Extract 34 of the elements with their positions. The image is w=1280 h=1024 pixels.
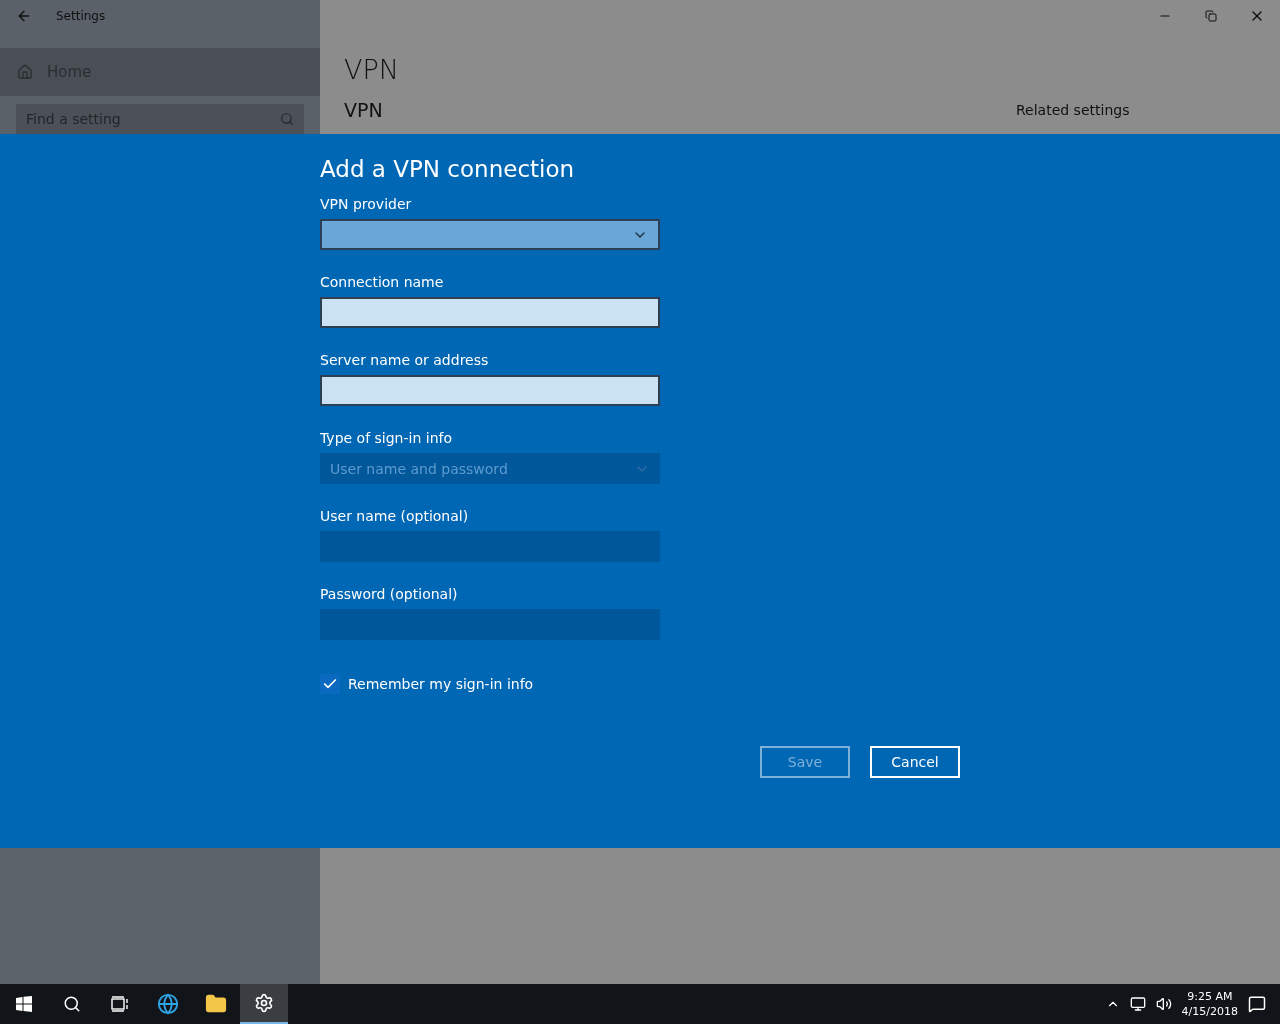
dialog-button[interactable]: Cancel (870, 746, 960, 778)
text-field[interactable] (320, 375, 660, 406)
windows-logo-icon (16, 996, 32, 1012)
section-heading: VPN (344, 99, 384, 121)
clock[interactable]: 9:25 AM 4/15/2018 (1181, 989, 1238, 1019)
checkbox[interactable] (320, 674, 340, 694)
network-icon[interactable] (1129, 996, 1146, 1012)
search-icon (280, 112, 294, 126)
checkbox-label: Remember my sign-in info (348, 676, 534, 692)
field-label: Server name or address (320, 352, 490, 368)
clock-date: 4/15/2018 (1181, 1004, 1238, 1019)
related-settings-heading: Related settings (1016, 102, 1131, 120)
search-icon (63, 995, 81, 1013)
volume-icon[interactable] (1155, 996, 1172, 1012)
window-title: Settings (56, 9, 106, 23)
restore-icon (1205, 10, 1217, 22)
globe-icon (157, 993, 179, 1015)
folder-icon (205, 993, 227, 1015)
taskbar-button[interactable] (240, 984, 288, 1024)
clock-time: 9:25 AM (1187, 989, 1233, 1004)
page-title: VPN (344, 54, 400, 85)
field-label: Connection name (320, 274, 445, 290)
field-label: Password (optional) (320, 586, 459, 602)
text-field[interactable] (320, 297, 660, 328)
back-icon[interactable] (16, 8, 32, 24)
task-view-icon (111, 996, 129, 1012)
dialog-title: Add a VPN connection (320, 156, 576, 182)
settings-icon (254, 993, 274, 1013)
notifications-icon[interactable] (1248, 995, 1266, 1013)
field-label: User name (optional) (320, 508, 470, 524)
field-label: VPN provider (320, 196, 413, 212)
dropdown-field[interactable] (320, 219, 660, 250)
home-icon (17, 64, 33, 80)
field-label: Type of sign-in info (320, 430, 453, 446)
